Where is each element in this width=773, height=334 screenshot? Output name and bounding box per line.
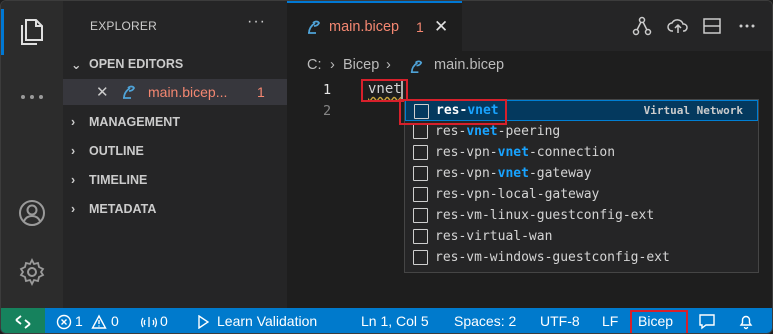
cursor-position[interactable]: Ln 1, Col 5 — [361, 313, 429, 329]
remote-icon[interactable] — [1, 308, 45, 333]
highlight-box — [630, 310, 688, 333]
error-count[interactable]: 1 — [75, 313, 83, 329]
breadcrumb-separator: › — [330, 57, 335, 73]
error-icon — [56, 314, 72, 333]
suggestion-detail: Virtual Network — [643, 104, 743, 117]
suggestion-label: res-virtual-wan — [435, 229, 553, 244]
snippet-icon — [413, 250, 428, 265]
visualizer-icon[interactable] — [632, 16, 652, 36]
more-actions-icon[interactable] — [737, 16, 757, 36]
play-icon — [197, 314, 210, 332]
deploy-cloud-icon[interactable] — [667, 16, 688, 36]
breadcrumb-folder[interactable]: Bicep — [343, 57, 379, 73]
chevron-down-icon: ⌄ — [71, 57, 82, 72]
ports-icon — [141, 314, 157, 333]
snippet-icon — [413, 166, 428, 181]
bicep-file-icon — [120, 83, 138, 104]
section-timeline[interactable]: › TIMELINE — [63, 167, 287, 193]
settings-gear-icon[interactable] — [14, 254, 50, 290]
tab-close-icon[interactable]: ✕ — [434, 17, 448, 37]
snippet-icon — [413, 187, 428, 202]
learn-validation[interactable]: Learn Validation — [217, 313, 317, 329]
snippet-icon — [413, 124, 428, 139]
breadcrumb-file[interactable]: main.bicep — [434, 57, 504, 73]
breadcrumb: C: › Bicep › main.bicep — [287, 51, 772, 79]
line-number: 2 — [323, 103, 332, 119]
tab-label: main.bicep — [329, 19, 400, 35]
warning-icon — [91, 314, 107, 333]
section-label: OPEN EDITORS — [89, 57, 184, 71]
suggestion-label: res-vpn-vnet-connection — [435, 145, 616, 160]
suggestion-label: res-vnet-peering — [435, 124, 561, 139]
tab-main-bicep[interactable]: main.bicep 1 ✕ — [287, 1, 462, 51]
suggestion-item[interactable]: res-vpn-vnet-connection — [405, 142, 758, 163]
feedback-icon[interactable] — [698, 313, 716, 333]
breadcrumb-drive[interactable]: C: — [307, 57, 322, 73]
chevron-right-icon: › — [71, 115, 76, 129]
snippet-icon — [413, 208, 428, 223]
indentation[interactable]: Spaces: 2 — [454, 313, 516, 329]
section-label: TIMELINE — [89, 173, 148, 187]
encoding[interactable]: UTF-8 — [540, 313, 580, 329]
account-icon[interactable] — [14, 195, 50, 231]
close-icon[interactable]: ✕ — [96, 83, 109, 101]
suggestion-item[interactable]: res-vpn-local-gateway — [405, 184, 758, 205]
suggestion-item[interactable]: res-vm-linux-guestconfig-ext — [405, 205, 758, 226]
problem-count: 1 — [257, 84, 265, 100]
open-editor-filename: main.bicep... — [148, 84, 228, 100]
section-label: METADATA — [89, 202, 157, 216]
more-actions-icon[interactable]: ··· — [247, 13, 266, 31]
ports-count[interactable]: 0 — [160, 313, 168, 329]
section-metadata[interactable]: › METADATA — [63, 196, 287, 222]
editor-tab-bar: main.bicep 1 ✕ — [287, 1, 772, 51]
more-icon[interactable] — [14, 79, 50, 115]
activity-bar — [1, 1, 63, 308]
tab-problem-count: 1 — [416, 19, 424, 35]
split-editor-icon[interactable] — [702, 16, 722, 36]
snippet-icon — [413, 229, 428, 244]
section-outline[interactable]: › OUTLINE — [63, 138, 287, 164]
section-label: MANAGEMENT — [89, 115, 180, 129]
section-label: OUTLINE — [89, 144, 144, 158]
active-indicator — [1, 9, 4, 55]
bicep-file-icon — [305, 18, 323, 39]
suggest-widget: res-vnet Virtual Network res-vnet-peerin… — [404, 99, 759, 273]
vscode-window: EXPLORER ··· ⌄ OPEN EDITORS ✕ main.bicep… — [0, 0, 773, 334]
suggestion-label: res-vpn-vnet-gateway — [435, 166, 592, 181]
suggestion-item[interactable]: res-vpn-vnet-gateway — [405, 163, 758, 184]
chevron-right-icon: › — [71, 173, 76, 187]
suggestion-item[interactable]: res-vm-windows-guestconfig-ext — [405, 247, 758, 268]
suggestion-item[interactable]: res-virtual-wan — [405, 226, 758, 247]
suggestion-label: res-vm-windows-guestconfig-ext — [435, 250, 670, 265]
open-editor-item[interactable]: ✕ main.bicep... 1 — [63, 79, 287, 105]
breadcrumb-separator: › — [386, 57, 391, 73]
end-of-line[interactable]: LF — [602, 313, 618, 329]
bell-icon[interactable] — [738, 313, 754, 333]
files-icon[interactable] — [14, 14, 50, 50]
highlight-box — [399, 99, 507, 125]
section-open-editors[interactable]: ⌄ OPEN EDITORS — [63, 51, 287, 77]
bicep-file-icon — [408, 58, 425, 79]
section-management[interactable]: › MANAGEMENT — [63, 109, 287, 135]
suggestion-label: res-vpn-local-gateway — [435, 187, 600, 202]
warning-count[interactable]: 0 — [111, 313, 119, 329]
chevron-right-icon: › — [71, 144, 76, 158]
snippet-icon — [413, 145, 428, 160]
chevron-right-icon: › — [71, 202, 76, 216]
suggestion-label: res-vm-linux-guestconfig-ext — [435, 208, 655, 223]
line-number: 1 — [323, 82, 332, 98]
explorer-sidebar: EXPLORER ··· ⌄ OPEN EDITORS ✕ main.bicep… — [63, 1, 287, 308]
explorer-title: EXPLORER — [90, 19, 157, 33]
